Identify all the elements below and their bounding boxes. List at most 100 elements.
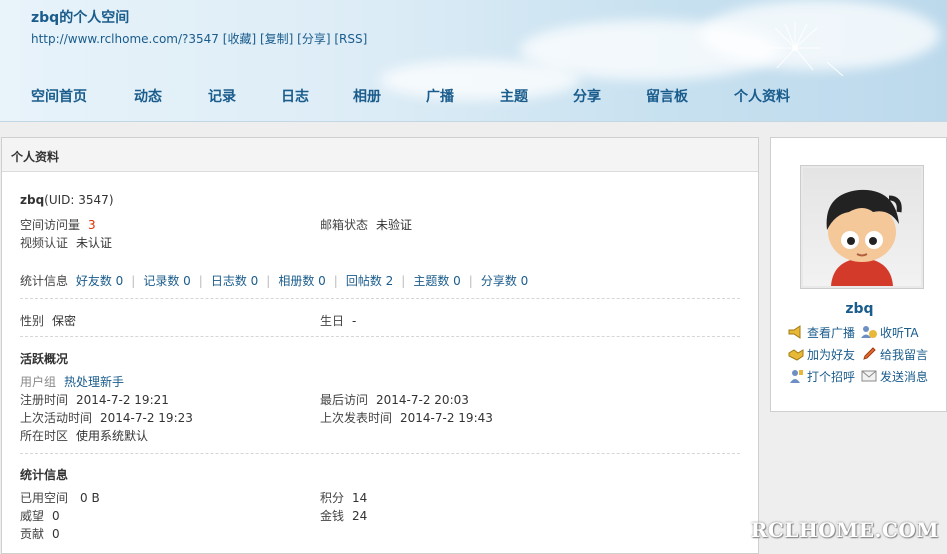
email-label: 邮箱状态 xyxy=(320,218,369,232)
active-heading: 活跃概况 xyxy=(20,352,69,366)
reg-label: 注册时间 xyxy=(20,393,69,407)
points-label: 积分 xyxy=(320,491,345,505)
last-post-row: 上次发表时间 2014-7-2 19:43 xyxy=(320,409,493,426)
gender-row: 性别 保密 xyxy=(20,312,76,329)
prestige-row: 威望 0 xyxy=(20,507,60,524)
leave-message-label: 给我留言 xyxy=(880,348,929,362)
group-label: 用户组 xyxy=(20,375,57,389)
timezone-value: 使用系统默认 xyxy=(76,429,149,443)
add-friend-action[interactable]: 加为好友 xyxy=(788,346,855,363)
envelope-icon xyxy=(861,370,877,382)
prestige-label: 威望 xyxy=(20,509,45,523)
contrib-label: 贡献 xyxy=(20,527,45,541)
reg-value: 2014-7-2 19:21 xyxy=(76,393,169,407)
space-used-label: 已用空间 xyxy=(20,491,69,505)
money-row: 金钱 24 xyxy=(320,507,367,524)
stat-replies[interactable]: 回帖数 2 xyxy=(346,274,393,288)
last-visit-value: 2014-7-2 20:03 xyxy=(376,393,469,407)
visits-value: 3 xyxy=(88,218,96,232)
stat-albums[interactable]: 相册数 0 xyxy=(278,274,325,288)
birthday-value: - xyxy=(352,314,357,328)
site-watermark: RCLHOME.COM xyxy=(750,518,939,542)
follow-action[interactable]: 收听TA xyxy=(861,324,919,341)
say-hello-label: 打个招呼 xyxy=(807,370,856,384)
nav-blog[interactable]: 日志 xyxy=(281,86,309,106)
nav-home[interactable]: 空间首页 xyxy=(31,86,87,106)
last-visit-label: 最后访问 xyxy=(320,393,369,407)
follow-users-icon xyxy=(861,326,877,338)
megaphone-icon xyxy=(788,325,801,339)
space-nav: 空间首页 动态 记录 日志 相册 广播 主题 分享 留言板 个人资料 xyxy=(0,86,947,106)
avatar-cartoon xyxy=(826,189,902,286)
space-used-row: 已用空间 0 B xyxy=(20,489,100,506)
share-link[interactable]: [分享] xyxy=(297,32,330,46)
last-post-label: 上次发表时间 xyxy=(320,411,393,425)
gender-label: 性别 xyxy=(20,314,45,328)
dandelion-decoration xyxy=(771,22,844,77)
rss-link[interactable]: [RSS] xyxy=(334,32,367,46)
say-hello-action[interactable]: 打个招呼 xyxy=(788,368,855,385)
sidebar-username[interactable]: zbq xyxy=(771,301,947,317)
avatar[interactable] xyxy=(800,165,924,289)
email-value: 未验证 xyxy=(376,218,413,232)
stats-row: 统计信息 好友数 0 | 记录数 0 | 日志数 0 | 相册数 0 | 回帖数 2 | 主题数 0… xyxy=(20,274,529,288)
last-active-value: 2014-7-2 19:23 xyxy=(100,411,193,425)
email-row: 邮箱状态 未验证 xyxy=(320,216,412,233)
panel-heading: 个人资料 xyxy=(2,138,758,172)
visits-label: 空间访问量 xyxy=(20,218,81,232)
video-row: 视频认证 未认证 xyxy=(20,234,112,251)
nav-profile[interactable]: 个人资料 xyxy=(734,86,790,106)
divider xyxy=(20,298,740,299)
stat-friends[interactable]: 好友数 0 xyxy=(76,274,123,288)
points-value: 14 xyxy=(352,491,368,505)
leave-message-action[interactable]: 给我留言 xyxy=(861,346,928,363)
send-message-action[interactable]: 发送消息 xyxy=(861,368,928,385)
username: zbq xyxy=(20,193,45,207)
timezone-label: 所在时区 xyxy=(20,429,69,443)
wave-user-icon xyxy=(790,370,803,383)
nav-guestbook[interactable]: 留言板 xyxy=(646,86,688,106)
stat-shares[interactable]: 分享数 0 xyxy=(481,274,528,288)
nav-feed[interactable]: 动态 xyxy=(134,86,162,106)
space-used-value: 0 B xyxy=(80,491,100,505)
space-header: zbq的个人空间 http://www.rclhome.com/?3547 [收… xyxy=(0,0,947,122)
stat-heading: 统计信息 xyxy=(20,468,69,482)
nav-album[interactable]: 相册 xyxy=(353,86,381,106)
nav-broadcast[interactable]: 广播 xyxy=(426,86,454,106)
copy-link[interactable]: [复制] xyxy=(260,32,293,46)
profile-panel: 个人资料 zbq(UID: 3547) 空间访问量 3 邮箱状态 未验证 视频认证未… xyxy=(1,137,759,554)
favorite-link[interactable]: [收藏] xyxy=(223,32,256,46)
send-message-label: 发送消息 xyxy=(880,370,929,384)
user-identity: zbq(UID: 3547) xyxy=(20,193,114,207)
reg-row: 注册时间 2014-7-2 19:21 xyxy=(20,391,169,408)
space-url-link[interactable]: http://www.rclhome.com/?3547 xyxy=(31,32,219,46)
stat-topics[interactable]: 主题数 0 xyxy=(413,274,460,288)
nav-topics[interactable]: 主题 xyxy=(500,86,528,106)
timezone-row: 所在时区 使用系统默认 xyxy=(20,427,148,444)
visits-row: 空间访问量 3 xyxy=(20,216,96,233)
stats-label: 统计信息 xyxy=(20,274,69,288)
space-title[interactable]: zbq的个人空间 xyxy=(31,7,129,27)
last-active-row: 上次活动时间 2014-7-2 19:23 xyxy=(20,409,193,426)
stat-records[interactable]: 记录数 0 xyxy=(143,274,190,288)
points-row: 积分 14 xyxy=(320,489,367,506)
money-value: 24 xyxy=(352,509,368,523)
handshake-icon xyxy=(788,349,804,361)
nav-records[interactable]: 记录 xyxy=(208,86,236,106)
prestige-value: 0 xyxy=(52,509,60,523)
last-active-label: 上次活动时间 xyxy=(20,411,93,425)
group-row: 用户组 热处理新手 xyxy=(20,373,124,390)
contrib-row: 贡献 0 xyxy=(20,525,60,542)
group-value[interactable]: 热处理新手 xyxy=(64,375,124,389)
money-label: 金钱 xyxy=(320,509,345,523)
divider xyxy=(20,453,740,454)
video-label: 视频认证 xyxy=(20,236,69,250)
follow-label: 收听TA xyxy=(880,326,919,340)
birthday-row: 生日 - xyxy=(320,312,356,329)
last-post-value: 2014-7-2 19:43 xyxy=(400,411,493,425)
divider xyxy=(20,336,740,337)
add-friend-label: 加为好友 xyxy=(807,348,856,362)
view-broadcast-action[interactable]: 查看广播 xyxy=(788,324,855,341)
nav-share[interactable]: 分享 xyxy=(573,86,601,106)
stat-blogs[interactable]: 日志数 0 xyxy=(211,274,258,288)
